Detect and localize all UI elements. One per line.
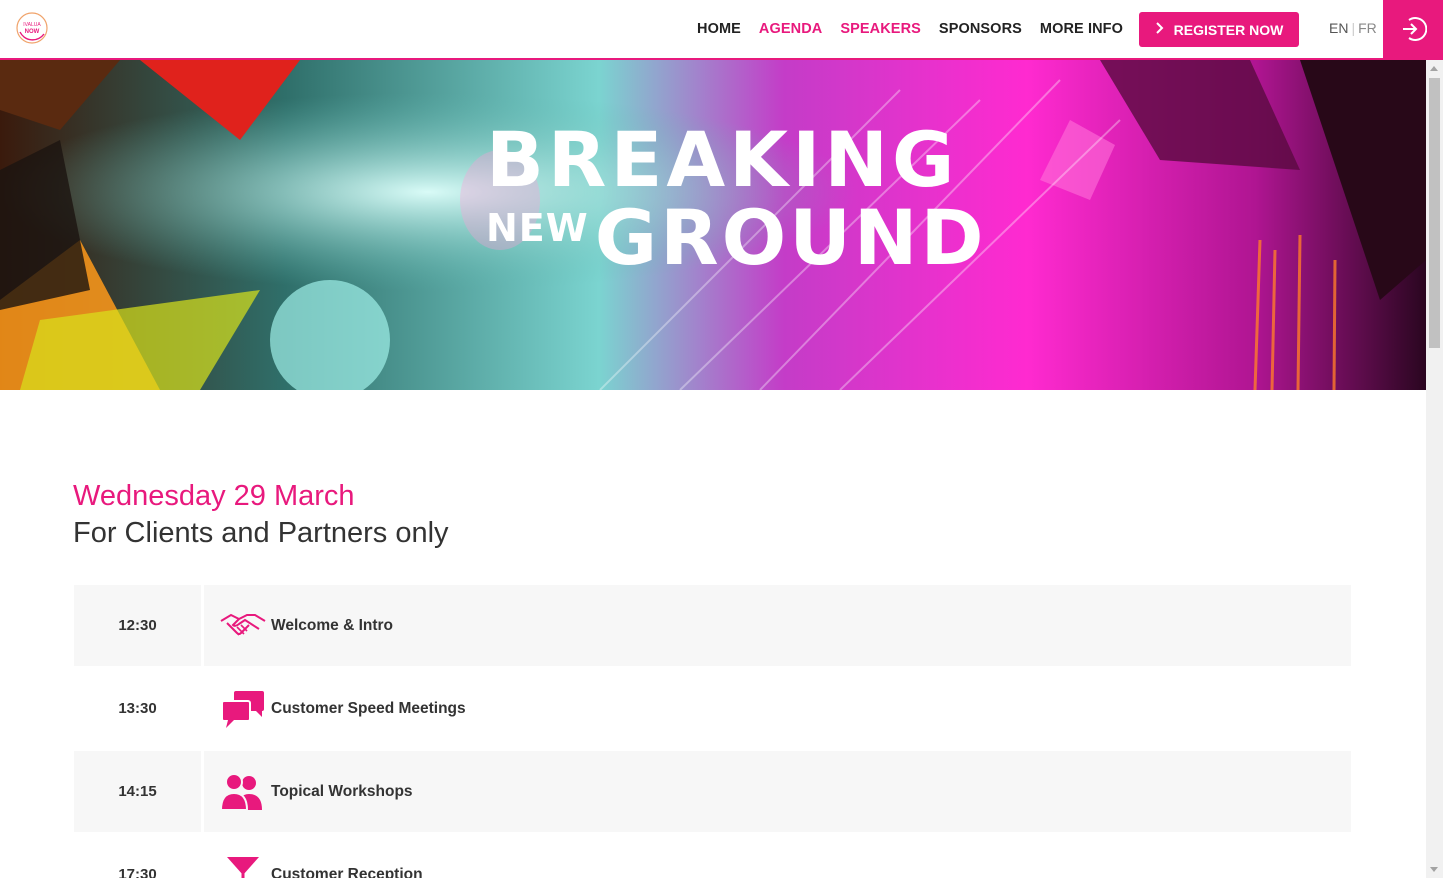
hero-word-new: NEW [486,206,589,250]
agenda-time: 13:30 [118,700,157,717]
agenda-session-title: Customer Reception [271,865,423,878]
login-arrow-icon [1403,17,1427,41]
register-now-label: REGISTER NOW [1173,21,1284,38]
agenda-session-title: Welcome & Intro [271,616,394,634]
scroll-up-arrow-icon[interactable] [1430,66,1438,71]
nav-home[interactable]: HOME [697,21,741,37]
chat-bubbles-icon [219,687,267,731]
svg-text:IVALUA: IVALUA [23,22,41,28]
agenda-time: 12:30 [74,585,201,666]
agenda-day-title: Wednesday 29 March [73,480,355,512]
hero-banner: BREAKING NEW GROUND [0,60,1426,390]
lang-en[interactable]: EN [1329,20,1348,36]
svg-text:NOW: NOW [25,29,40,35]
agenda-session: Topical Workshops [204,751,1351,832]
agenda-row: 13:30 Customer Speed Meetings [74,668,1351,751]
agenda-row: 17:30 Customer Reception [74,834,1351,878]
lang-separator: | [1351,20,1356,36]
handshake-icon [219,604,267,648]
hero-line-breaking: BREAKING [486,115,959,204]
register-now-button[interactable]: REGISTER NOW [1139,12,1299,47]
language-switcher: EN | FR [1329,20,1377,36]
main-nav: HOME AGENDA SPEAKERS SPONSORS MORE INFO [697,0,1123,58]
ivalua-now-logo[interactable]: IVALUA NOW [14,10,50,46]
agenda-list: 12:30 Welcome & Intro 13:30 Customer Spe… [74,585,1351,878]
hero-headline: BREAKING NEW GROUND [486,122,987,276]
agenda-time: 14:15 [74,751,201,832]
page: IVALUA NOW HOME AGENDA SPEAKERS SPONSORS… [0,0,1443,878]
people-icon [219,770,267,814]
login-button[interactable] [1383,0,1443,58]
lang-fr[interactable]: FR [1358,20,1377,36]
vertical-scrollbar[interactable] [1426,60,1443,878]
agenda-session: Customer Speed Meetings [204,668,1351,749]
agenda-session: Welcome & Intro [204,585,1351,666]
agenda-time: 17:30 [118,866,157,878]
agenda-row: 12:30 Welcome & Intro [74,585,1351,668]
hero-line-new-ground: NEW GROUND [486,200,987,276]
site-header: IVALUA NOW HOME AGENDA SPEAKERS SPONSORS… [0,0,1443,60]
scrollbar-thumb[interactable] [1429,78,1440,348]
nav-sponsors[interactable]: SPONSORS [939,21,1022,37]
agenda-audience: For Clients and Partners only [73,517,449,549]
agenda-session-title: Topical Workshops [271,782,413,800]
chevron-right-icon [1155,22,1164,37]
agenda-session: Customer Reception [204,834,1351,878]
scroll-down-arrow-icon[interactable] [1430,867,1438,872]
nav-more-info[interactable]: MORE INFO [1040,21,1123,37]
cocktail-glass-icon [219,853,267,878]
agenda-session-title: Customer Speed Meetings [271,699,466,717]
nav-agenda[interactable]: AGENDA [759,21,822,37]
hero-word-ground: GROUND [594,193,987,282]
nav-speakers[interactable]: SPEAKERS [840,21,921,37]
agenda-row: 14:15 Topical Workshops [74,751,1351,834]
